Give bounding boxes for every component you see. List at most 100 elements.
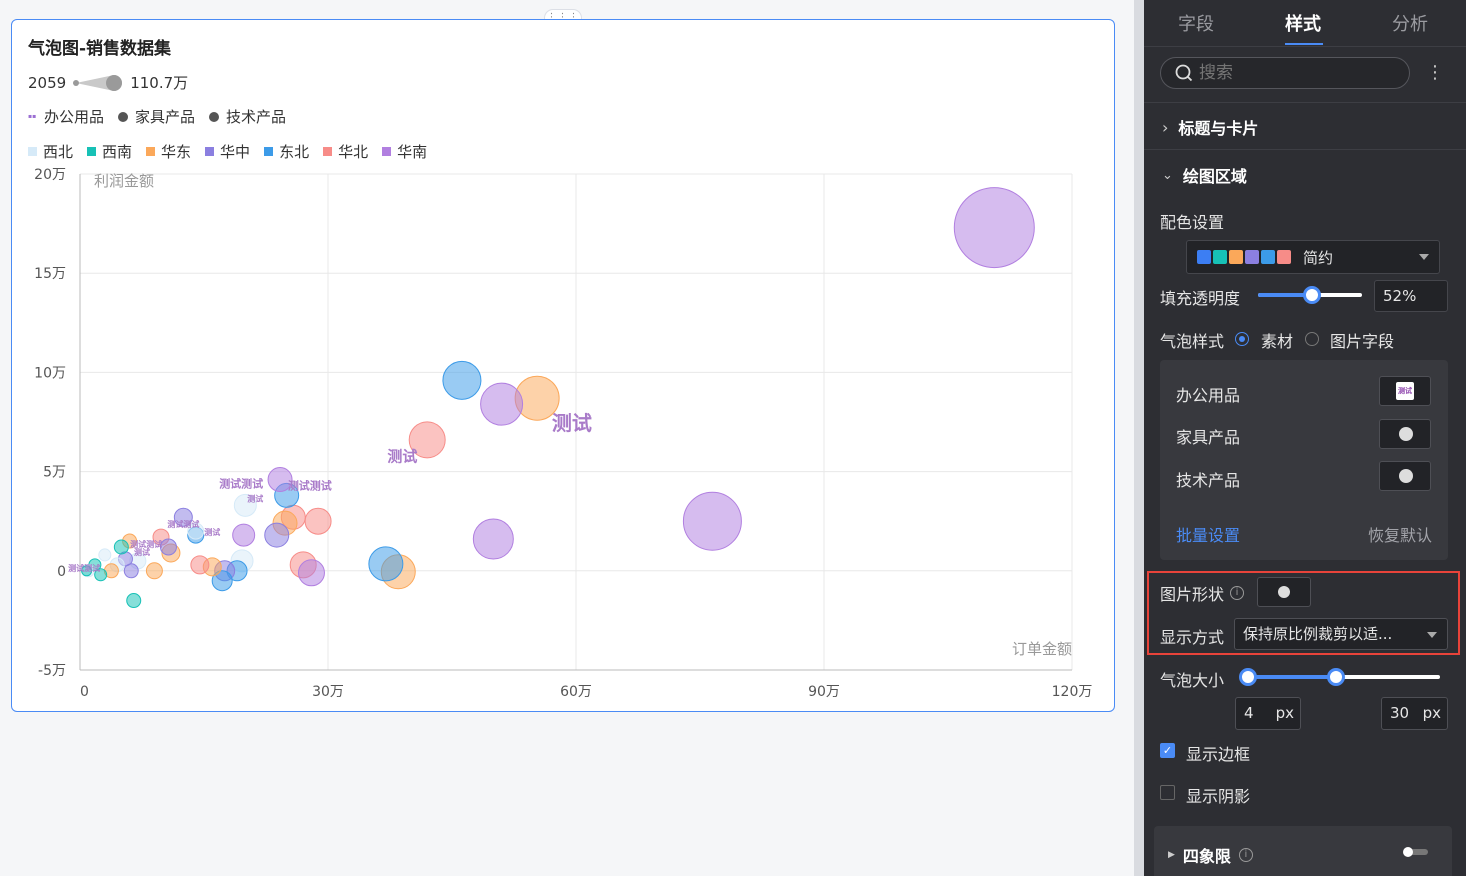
restore-default-link[interactable]: 恢复默认 <box>1368 522 1432 546</box>
material-office-button[interactable]: 测试 <box>1379 376 1431 406</box>
y-tick-label: -5万 <box>38 663 66 679</box>
batch-setting-link[interactable]: 批量设置 <box>1176 522 1240 546</box>
more-options-icon[interactable]: ⋮ <box>1426 62 1444 83</box>
display-mode-select[interactable]: 保持原比例裁剪以适... <box>1234 618 1448 650</box>
chart-card[interactable]: 气泡图-销售数据集 2059 110.7万 ▪▪ 办公用品 家具产品 技术产品 <box>11 19 1115 712</box>
material-thumb: 测试 <box>1396 382 1414 400</box>
material-technology-label: 技术产品 <box>1176 471 1241 490</box>
color-setting-label: 配色设置 <box>1160 213 1225 232</box>
bubble-size-slider[interactable] <box>1239 668 1440 686</box>
bubble <box>98 548 112 562</box>
info-icon[interactable]: i <box>1238 848 1253 862</box>
show-border-checkbox[interactable]: ✓ <box>1160 743 1175 758</box>
search-icon <box>1175 64 1193 82</box>
style-panel: 字段 样式 分析 ⋮ › 标题与卡片 ⌄ 绘图区域 配色设置 简约 填充透明度 <box>1144 0 1466 876</box>
quadrant-section[interactable]: ▶ 四象限 i <box>1154 826 1452 876</box>
bubble <box>113 539 129 555</box>
color-swatch <box>1277 250 1291 264</box>
material-furniture-button[interactable] <box>1379 419 1431 449</box>
display-mode-label: 显示方式 <box>1160 628 1225 647</box>
fill-opacity-input[interactable]: 52% <box>1374 280 1448 312</box>
divider <box>1144 102 1466 103</box>
material-technology-button[interactable] <box>1379 461 1431 491</box>
dropdown-caret-icon <box>1419 254 1429 260</box>
image-bubble-label: 测试测试 <box>167 519 199 529</box>
bubble <box>368 546 404 582</box>
x-axis-title: 订单金额 <box>1012 640 1072 658</box>
show-shadow-checkbox[interactable] <box>1160 785 1175 800</box>
tab-fields[interactable]: 字段 <box>1178 10 1214 36</box>
bubble <box>480 382 524 426</box>
bubble-size-slider-fill <box>1248 675 1337 679</box>
radio-image-field[interactable] <box>1305 332 1319 346</box>
bubble-size-min-input[interactable]: 4 px <box>1235 697 1301 730</box>
x-tick-label: 60万 <box>560 684 592 700</box>
color-swatch <box>1261 250 1275 264</box>
section-plot-area[interactable]: ⌄ 绘图区域 <box>1162 163 1247 187</box>
image-bubble-label: 测试测试 <box>68 563 100 573</box>
bubble <box>682 491 742 551</box>
image-shape-row: 图片形状 i <box>1160 581 1245 605</box>
search-box[interactable] <box>1160 57 1410 89</box>
image-shape-button[interactable] <box>1257 577 1311 607</box>
color-swatch <box>1229 250 1243 264</box>
bubble-size-max-input[interactable]: 30 px <box>1381 697 1448 730</box>
section-title-card-label: 标题与卡片 <box>1178 119 1259 138</box>
color-swatch <box>1245 250 1259 264</box>
search-input[interactable] <box>1199 63 1379 83</box>
color-scheme-name: 简约 <box>1303 248 1334 267</box>
bubble-size-min-value: 4 <box>1244 704 1254 722</box>
image-bubble-label: 测试 <box>247 493 263 503</box>
panel-tabs: 字段 样式 分析 <box>1144 0 1466 46</box>
bubble <box>953 187 1035 269</box>
quadrant-label: 四象限 <box>1182 847 1231 866</box>
active-tab-indicator <box>1285 43 1323 45</box>
show-border-label[interactable]: 显示边框 <box>1186 741 1250 765</box>
canvas: ⋮⋮⋮ 气泡图-销售数据集 2059 110.7万 ▪▪ 办公用品 家具产品 技… <box>0 0 1134 876</box>
divider <box>1144 46 1466 47</box>
bubble <box>264 522 290 548</box>
bubble <box>232 523 256 547</box>
info-icon[interactable]: i <box>1230 586 1245 600</box>
image-bubble-label: 测试 <box>134 547 150 557</box>
radio-image-field-label[interactable]: 图片字段 <box>1330 328 1394 352</box>
display-mode-value: 保持原比例裁剪以适... <box>1243 625 1393 643</box>
fill-opacity-slider-handle[interactable] <box>1303 286 1322 304</box>
circle-icon <box>1278 586 1290 598</box>
radio-material[interactable] <box>1235 332 1249 346</box>
material-office-label: 办公用品 <box>1176 386 1241 405</box>
bubble-size-max-handle[interactable] <box>1327 668 1346 686</box>
bubble-size-max-value: 30 <box>1390 704 1410 722</box>
fill-opacity-slider[interactable] <box>1258 286 1362 304</box>
material-settings-box: 办公用品 测试 家具产品 技术产品 批量设置 恢复默认 <box>1160 360 1448 560</box>
material-furniture-label: 家具产品 <box>1176 428 1241 447</box>
quadrant-title: ▶ 四象限 i <box>1168 843 1253 867</box>
color-scheme-select[interactable]: 简约 <box>1186 240 1440 274</box>
y-tick-label: 0 <box>57 564 66 580</box>
radio-material-label[interactable]: 素材 <box>1261 328 1293 352</box>
bubble-style-label: 气泡样式 <box>1160 332 1225 351</box>
bubble <box>190 555 210 575</box>
circle-icon <box>1399 469 1413 483</box>
unit-label: px <box>1275 704 1294 722</box>
image-bubble-label: 测试 <box>204 527 220 537</box>
x-tick-label: 30万 <box>312 684 344 700</box>
image-bubble-label: 测试测试 <box>219 476 263 490</box>
quadrant-toggle[interactable] <box>1403 847 1428 857</box>
color-swatch <box>1197 250 1211 264</box>
tab-style[interactable]: 样式 <box>1285 10 1321 36</box>
show-shadow-label[interactable]: 显示阴影 <box>1186 783 1250 807</box>
bubble <box>304 507 332 535</box>
circle-icon <box>1399 427 1413 441</box>
tab-analysis[interactable]: 分析 <box>1392 10 1428 36</box>
bubble <box>442 360 482 400</box>
chevron-down-icon: ⌄ <box>1162 167 1173 183</box>
panel-divider[interactable] <box>1134 0 1144 876</box>
bubble <box>472 518 514 560</box>
x-tick-label: 0 <box>80 684 89 700</box>
section-title-card[interactable]: › 标题与卡片 <box>1162 115 1258 139</box>
bubble <box>123 563 139 579</box>
y-tick-label: 15万 <box>34 266 66 282</box>
bubble-size-min-handle[interactable] <box>1239 668 1257 686</box>
bubble-plot: 20万15万10万5万0-5万0 30万 60万 90万 120万利润金额订单金额测试测… <box>34 167 1092 700</box>
